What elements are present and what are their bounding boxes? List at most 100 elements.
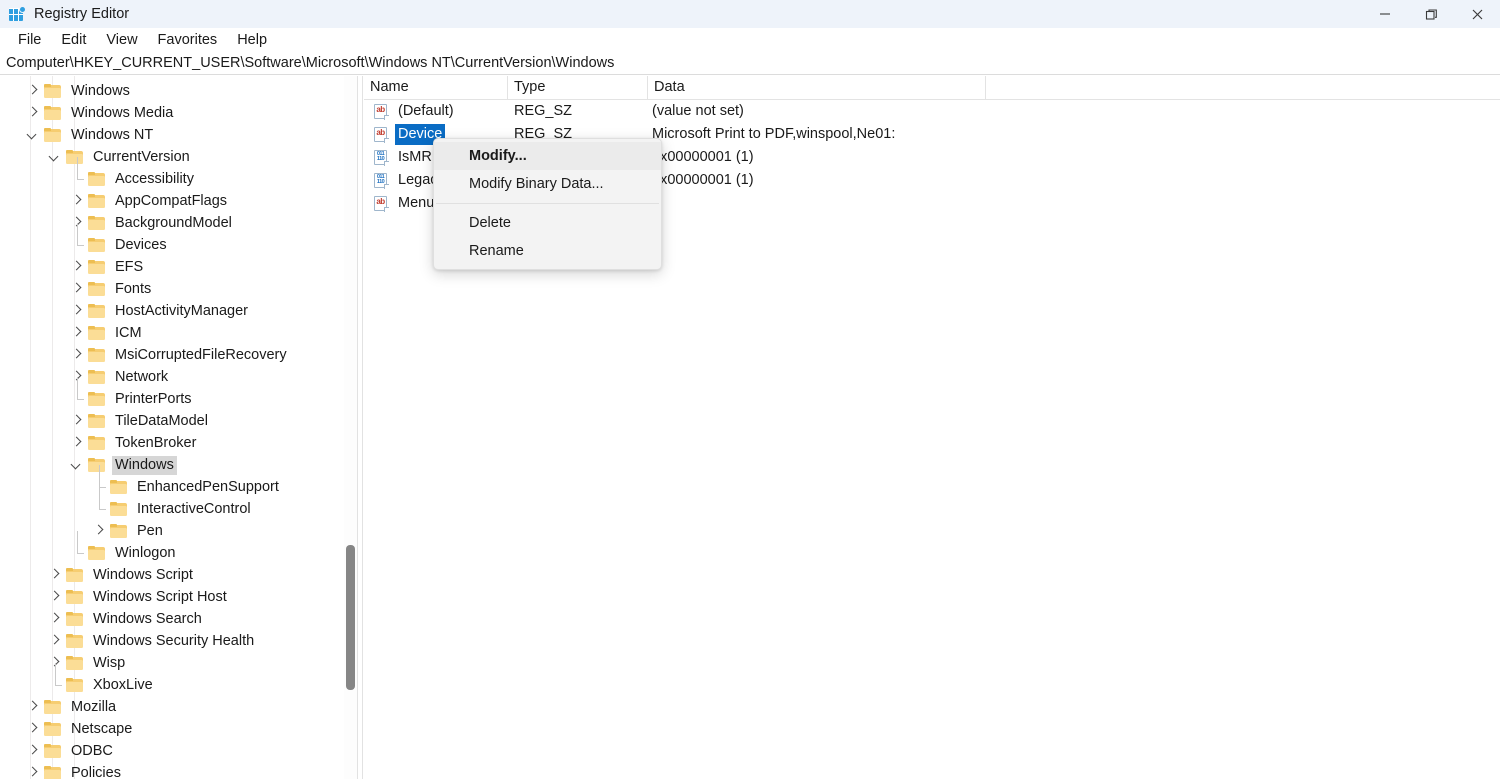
registry-tree-panel[interactable]: WindowsWindows MediaWindows NTCurrentVer… (0, 76, 357, 779)
tree-expander[interactable] (88, 520, 110, 542)
tree-expander[interactable] (44, 564, 66, 586)
chevron-right-icon[interactable] (28, 768, 36, 776)
tree-item-tiledatamodel[interactable]: TileDataModel (0, 410, 211, 432)
chevron-right-icon[interactable] (28, 108, 36, 116)
chevron-right-icon[interactable] (50, 614, 58, 622)
chevron-down-icon[interactable] (72, 460, 80, 468)
chevron-right-icon[interactable] (72, 350, 80, 358)
tree-expander[interactable] (22, 740, 44, 762)
tree-expander[interactable] (22, 762, 44, 779)
tree-item-hostactivitymanager[interactable]: HostActivityManager (0, 300, 251, 322)
context-menu[interactable]: Modify...Modify Binary Data... DeleteRena… (433, 138, 662, 270)
value-row[interactable]: ab(Default)REG_SZ(value not set) (364, 100, 1500, 123)
tree-expander[interactable] (66, 234, 88, 256)
tree-expander[interactable] (22, 124, 44, 146)
chevron-right-icon[interactable] (72, 218, 80, 226)
chevron-right-icon[interactable] (28, 86, 36, 94)
chevron-right-icon[interactable] (72, 328, 80, 336)
tree-expander[interactable] (66, 542, 88, 564)
chevron-right-icon[interactable] (72, 196, 80, 204)
chevron-right-icon[interactable] (72, 284, 80, 292)
tree-item-windows-nt[interactable]: Windows NT (0, 124, 156, 146)
tree-item-currentversion[interactable]: CurrentVersion (0, 146, 193, 168)
chevron-down-icon[interactable] (50, 152, 58, 160)
menu-file[interactable]: File (8, 30, 51, 50)
chevron-right-icon[interactable] (72, 262, 80, 270)
tree-item-windows-media[interactable]: Windows Media (0, 102, 176, 124)
tree-item-fonts[interactable]: Fonts (0, 278, 154, 300)
address-bar[interactable]: Computer\HKEY_CURRENT_USER\Software\Micr… (0, 52, 1500, 75)
tree-item-pen[interactable]: Pen (0, 520, 166, 542)
chevron-right-icon[interactable] (50, 636, 58, 644)
tree-expander[interactable] (66, 278, 88, 300)
tree-item-odbc[interactable]: ODBC (0, 740, 116, 762)
tree-item-windows-script-host[interactable]: Windows Script Host (0, 586, 230, 608)
maximize-button[interactable] (1408, 0, 1454, 28)
tree-item-efs[interactable]: EFS (0, 256, 146, 278)
tree-expander[interactable] (66, 256, 88, 278)
tree-expander[interactable] (66, 190, 88, 212)
tree-item-windows[interactable]: Windows (0, 454, 177, 476)
tree-expander[interactable] (22, 80, 44, 102)
tree-expander[interactable] (66, 300, 88, 322)
tree-expander[interactable] (66, 432, 88, 454)
chevron-right-icon[interactable] (28, 724, 36, 732)
chevron-right-icon[interactable] (28, 746, 36, 754)
tree-expander[interactable] (44, 630, 66, 652)
tree-item-tokenbroker[interactable]: TokenBroker (0, 432, 199, 454)
context-menu-item-rename[interactable]: Rename (434, 237, 661, 265)
menu-help[interactable]: Help (227, 30, 277, 50)
panel-splitter[interactable] (357, 76, 363, 779)
tree-expander[interactable] (66, 344, 88, 366)
tree-item-wisp[interactable]: Wisp (0, 652, 128, 674)
context-menu-item-modify-binary-data[interactable]: Modify Binary Data... (434, 170, 661, 198)
chevron-right-icon[interactable] (28, 702, 36, 710)
chevron-right-icon[interactable] (72, 416, 80, 424)
column-header-data[interactable]: Data (648, 76, 986, 99)
tree-expander[interactable] (66, 322, 88, 344)
tree-expander[interactable] (22, 696, 44, 718)
minimize-button[interactable] (1362, 0, 1408, 28)
chevron-right-icon[interactable] (72, 306, 80, 314)
tree-expander[interactable] (66, 388, 88, 410)
tree-item-msicorruptedfilerecovery[interactable]: MsiCorruptedFileRecovery (0, 344, 290, 366)
context-menu-item-delete[interactable]: Delete (434, 209, 661, 237)
context-menu-item-modify[interactable]: Modify... (434, 142, 661, 170)
tree-item-xboxlive[interactable]: XboxLive (0, 674, 156, 696)
close-button[interactable] (1454, 0, 1500, 28)
tree-item-network[interactable]: Network (0, 366, 171, 388)
tree-expander[interactable] (66, 168, 88, 190)
tree-item-windows-script[interactable]: Windows Script (0, 564, 196, 586)
tree-item-windows[interactable]: Windows (0, 80, 133, 102)
tree-item-winlogon[interactable]: Winlogon (0, 542, 178, 564)
tree-expander[interactable] (88, 498, 110, 520)
tree-expander[interactable] (44, 586, 66, 608)
tree-item-backgroundmodel[interactable]: BackgroundModel (0, 212, 235, 234)
tree-item-accessibility[interactable]: Accessibility (0, 168, 197, 190)
column-header-type[interactable]: Type (508, 76, 648, 99)
tree-expander[interactable] (44, 146, 66, 168)
chevron-right-icon[interactable] (50, 592, 58, 600)
menu-view[interactable]: View (96, 30, 147, 50)
tree-expander[interactable] (44, 608, 66, 630)
chevron-right-icon[interactable] (50, 658, 58, 666)
chevron-down-icon[interactable] (28, 130, 36, 138)
tree-item-printerports[interactable]: PrinterPorts (0, 388, 195, 410)
tree-expander[interactable] (66, 410, 88, 432)
tree-item-appcompatflags[interactable]: AppCompatFlags (0, 190, 230, 212)
chevron-right-icon[interactable] (94, 526, 102, 534)
tree-item-enhancedpensupport[interactable]: EnhancedPenSupport (0, 476, 282, 498)
menu-edit[interactable]: Edit (51, 30, 96, 50)
tree-item-icm[interactable]: ICM (0, 322, 145, 344)
tree-item-windows-search[interactable]: Windows Search (0, 608, 205, 630)
chevron-right-icon[interactable] (72, 438, 80, 446)
column-header-name[interactable]: Name (364, 76, 508, 99)
tree-item-interactivecontrol[interactable]: InteractiveControl (0, 498, 254, 520)
tree-item-mozilla[interactable]: Mozilla (0, 696, 119, 718)
menu-favorites[interactable]: Favorites (148, 30, 228, 50)
tree-item-policies[interactable]: Policies (0, 762, 124, 779)
tree-item-devices[interactable]: Devices (0, 234, 170, 256)
tree-item-windows-security-health[interactable]: Windows Security Health (0, 630, 257, 652)
tree-expander[interactable] (44, 674, 66, 696)
tree-scrollbar-thumb[interactable] (346, 545, 355, 690)
